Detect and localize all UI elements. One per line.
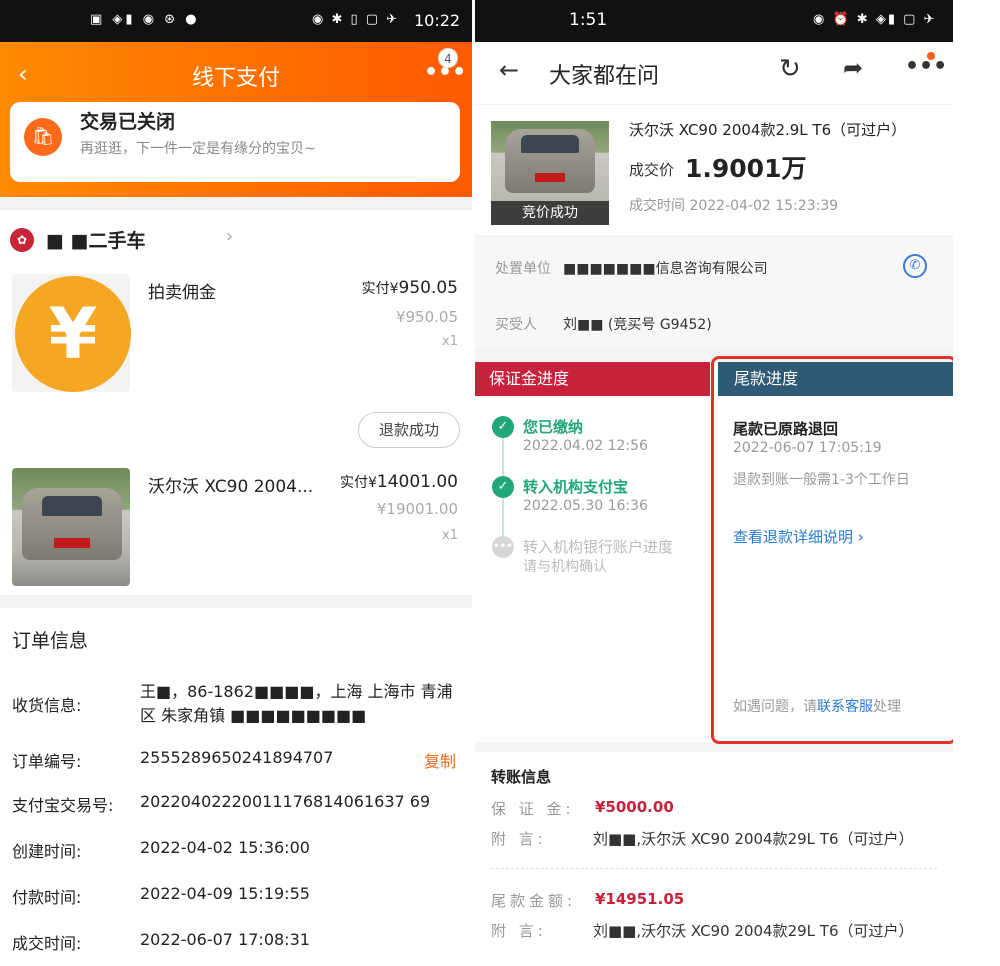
paid-time-label: 付款时间: xyxy=(12,888,82,907)
deal-price: 1.9001万 xyxy=(685,154,807,183)
step-title: 您已缴纳 xyxy=(523,418,584,436)
phone-icon[interactable]: ✆ xyxy=(903,254,927,278)
step-title: 转入机构支付宝 xyxy=(523,478,629,496)
step-title: 转入机构银行账户进度 xyxy=(523,538,674,556)
unit-value: ■■■■■■■信息咨询有限公司 xyxy=(563,261,768,277)
unit-label: 处置单位 xyxy=(495,261,551,277)
trade-closed-subtitle: 再逛逛，下一件一定是有缘分的宝贝~ xyxy=(80,141,316,157)
step-time: 2022.04.02 12:56 xyxy=(523,438,648,454)
refresh-icon[interactable]: ↻ xyxy=(779,54,801,84)
item-paid: 实付¥950.05 xyxy=(362,278,458,298)
deal-time-label: 成交时间: xyxy=(12,934,82,953)
car-photo xyxy=(22,488,122,560)
step-time: 请与机构确认 xyxy=(523,559,607,575)
deposit-label: 保 证 金: xyxy=(491,800,575,818)
notification-dot xyxy=(927,52,935,60)
order-number-label: 订单编号: xyxy=(12,752,82,771)
order-info-title: 订单信息 xyxy=(12,630,89,652)
paid-time-value: 2022-04-09 15:19:55 xyxy=(140,884,310,903)
alipay-trade-value: 20220402220011176814061637 69 xyxy=(140,792,431,811)
deposit-amount: ¥5000.00 xyxy=(595,798,674,816)
price-label: 成交价 xyxy=(629,161,675,179)
shop-logo-icon: ✿ xyxy=(10,228,34,252)
header-bar: ← 大家都在问 ↻ ➦ ••• xyxy=(475,42,953,104)
created-time-label: 创建时间: xyxy=(12,842,82,861)
note-label: 附 言: xyxy=(491,830,547,848)
paid-label: 实付 xyxy=(361,281,390,297)
commission-item-image[interactable]: ¥ xyxy=(12,274,131,392)
status-icons: ▣ ◈▮ ◉ ⊛ ● xyxy=(90,12,200,27)
chevron-right-icon[interactable]: › xyxy=(226,226,233,247)
note-value: 刘■■,沃尔沃 XC90 2004款29L T6（可过户） xyxy=(593,830,914,848)
item-name[interactable]: 沃尔沃 XC90 2004... xyxy=(148,472,313,497)
created-time-value: 2022-04-02 15:36:00 xyxy=(140,838,310,857)
status-icons: ◉ ⏰ ✱ ◈▮ ▢ ✈ xyxy=(813,12,937,27)
item-quantity: x1 xyxy=(442,334,458,349)
final-amount-label: 尾款金额: xyxy=(491,892,577,910)
final-amount: ¥14951.05 xyxy=(595,890,685,908)
buyer-label: 买受人 xyxy=(495,317,537,333)
page-title: 大家都在问 xyxy=(549,64,660,89)
shop-name[interactable]: ■ ■二手车 xyxy=(46,226,146,253)
car-thumbnail: 竞价成功 xyxy=(491,121,609,225)
status-time: 1:51 xyxy=(569,10,608,30)
item-name[interactable]: 拍卖佣金 xyxy=(148,278,216,303)
status-icons-right: ◉ ✱ ▯ ▢ ✈ xyxy=(312,12,400,27)
shop-section: ✿ ■ ■二手车 › ¥ 拍卖佣金 实付¥950.05 ¥950.05 x1 退… xyxy=(0,210,472,595)
item-paid: 实付¥14001.00 xyxy=(340,472,458,492)
yuan-icon: ¥ xyxy=(15,276,131,392)
share-icon[interactable]: ➦ xyxy=(843,54,863,82)
deal-time: 成交时间 2022-04-02 15:23:39 xyxy=(629,198,839,214)
right-margin xyxy=(953,0,1000,966)
item-quantity: x1 xyxy=(442,528,458,543)
transfer-info-title: 转账信息 xyxy=(491,768,552,786)
refund-success-button[interactable]: 退款成功 xyxy=(358,412,460,448)
copy-button[interactable]: 复制 xyxy=(424,748,456,772)
highlight-frame xyxy=(711,356,957,744)
yuan-symbol: ¥ xyxy=(389,281,399,297)
note-label: 附 言: xyxy=(491,922,547,940)
page-title: 线下支付 xyxy=(191,66,280,91)
status-time: 10:22 xyxy=(414,11,461,30)
bid-success-tag: 竞价成功 xyxy=(491,201,609,225)
trade-closed-title: 交易已关闭 xyxy=(80,111,176,133)
pending-icon: ••• xyxy=(492,536,514,558)
deal-time-value: 2022-06-07 17:08:31 xyxy=(140,930,310,949)
step-time: 2022.05.30 16:36 xyxy=(523,498,648,514)
disposal-unit-card: 处置单位 ■■■■■■■信息咨询有限公司 ✆ 买受人 刘■■ (竞买号 G945… xyxy=(475,238,953,348)
paid-label: 实付 xyxy=(339,475,368,491)
alipay-trade-label: 支付宝交易号: xyxy=(12,796,114,815)
status-bar: ▣ ◈▮ ◉ ⊛ ● ◉ ✱ ▯ ▢ ✈ 10:22 xyxy=(0,0,472,42)
address-label: 收货信息: xyxy=(12,696,82,715)
transfer-info-section: 转账信息 保 证 金: ¥5000.00 附 言: 刘■■,沃尔沃 XC90 2… xyxy=(475,752,953,966)
car-name: 沃尔沃 XC90 2004款2.9L T6（可过户） xyxy=(629,121,907,139)
car-card[interactable]: 竞价成功 沃尔沃 XC90 2004款2.9L T6（可过户） 成交价 1.90… xyxy=(475,105,953,235)
deposit-progress-header[interactable]: 保证金进度 xyxy=(475,362,710,396)
original-price: ¥19001.00 xyxy=(376,500,458,518)
check-icon: ✓ xyxy=(492,476,514,498)
more-icon[interactable]: ••• xyxy=(905,54,947,79)
paid-amount: 950.05 xyxy=(398,278,458,298)
yuan-symbol: ¥ xyxy=(367,475,377,491)
notification-badge: 4 xyxy=(438,48,458,68)
divider xyxy=(491,868,937,869)
note-value: 刘■■,沃尔沃 XC90 2004款29L T6（可过户） xyxy=(593,922,914,940)
order-info-section: 订单信息 收货信息: 王■，86-1862■■■■，上海 上海市 青浦区 朱家角… xyxy=(0,608,472,966)
car-photo xyxy=(505,129,595,193)
original-price: ¥950.05 xyxy=(395,308,458,326)
status-bar: 1:51 ◉ ⏰ ✱ ◈▮ ▢ ✈ xyxy=(475,0,953,42)
buyer-value: 刘■■ (竞买号 G9452) xyxy=(563,317,712,333)
trade-closed-card: 🛍 交易已关闭 再逛逛，下一件一定是有缘分的宝贝~ xyxy=(10,102,460,182)
back-arrow-icon[interactable]: ← xyxy=(499,56,519,84)
shopping-bag-icon: 🛍 xyxy=(24,118,62,156)
left-screenshot: ▣ ◈▮ ◉ ⊛ ● ◉ ✱ ▯ ▢ ✈ 10:22 ‹ 线下支付 ••• 4 … xyxy=(0,0,472,966)
car-item-image[interactable] xyxy=(12,468,130,586)
paid-amount: 14001.00 xyxy=(376,472,458,492)
address-value: 王■，86-1862■■■■，上海 上海市 青浦区 朱家角镇 ■■■■■■■■■ xyxy=(140,682,453,725)
check-icon: ✓ xyxy=(492,416,514,438)
order-number-value: 2555289650241894707 xyxy=(140,748,334,767)
